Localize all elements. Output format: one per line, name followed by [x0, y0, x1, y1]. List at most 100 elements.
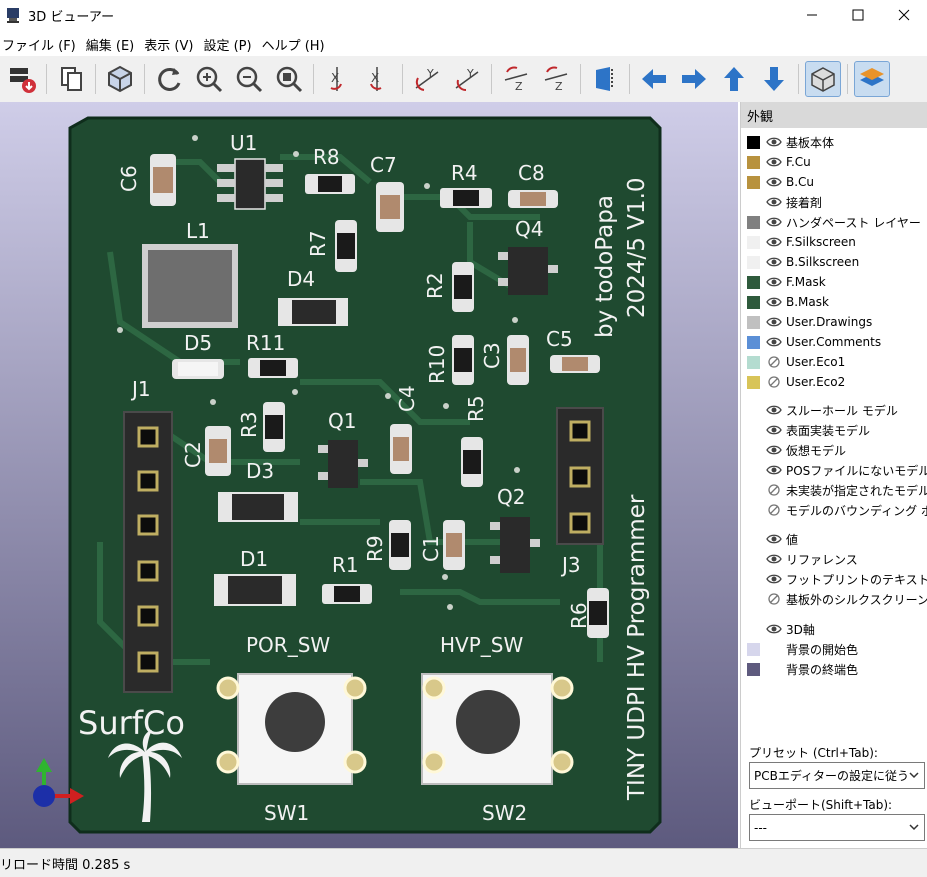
preset-label: プリセット (Ctrl+Tab): — [749, 746, 878, 760]
rotate-z-cw-button[interactable]: Z — [498, 61, 534, 97]
color-swatch[interactable] — [747, 215, 760, 229]
color-swatch[interactable] — [747, 255, 760, 269]
reload-button[interactable] — [151, 61, 187, 97]
maximize-icon — [852, 9, 864, 21]
menu-view[interactable]: 表示 (V) — [144, 35, 201, 54]
text-visibility-row[interactable]: 基板外のシルクスクリーン — [747, 589, 927, 609]
model-visibility-row[interactable]: スルーホール モデル — [747, 400, 898, 420]
layer-row[interactable]: F.Cu — [747, 152, 811, 172]
viewport-dropdown[interactable]: --- — [749, 814, 925, 841]
zoom-in-icon — [196, 66, 223, 93]
minimize-button[interactable] — [789, 0, 835, 30]
model-visibility-row[interactable]: 仮想モデル — [747, 440, 846, 460]
layer-row[interactable]: B.Mask — [747, 292, 829, 312]
model-visibility-row[interactable]: 表面実装モデル — [747, 420, 870, 440]
zoom-fit-button[interactable] — [271, 61, 307, 97]
model-visibility-row[interactable]: POSファイルにないモデル — [747, 460, 927, 480]
layer-row[interactable]: 基板本体 — [747, 132, 834, 152]
layer-label: ハンダペースト レイヤー — [786, 215, 921, 230]
color-swatch[interactable] — [747, 642, 760, 656]
rotate-z-ccw-icon: Z — [544, 66, 568, 93]
color-swatch[interactable] — [747, 355, 760, 369]
eye-icon — [766, 624, 782, 634]
text-visibility-row[interactable]: フットプリントのテキスト — [747, 569, 927, 589]
rotate-y-cw-button[interactable]: Y — [409, 61, 445, 97]
board-credit-text: by todoPapa — [592, 195, 618, 338]
menu-preferences[interactable]: 設定 (P) — [203, 35, 259, 54]
3d-viewport[interactable]: C6 U1 R8 C7 R4 C8 L1 R7 Q4 D4 R2 D5 R11 … — [0, 102, 738, 848]
export-button[interactable] — [4, 61, 40, 97]
color-swatch[interactable] — [747, 155, 760, 169]
header-pin — [137, 470, 159, 492]
color-swatch[interactable] — [747, 315, 760, 329]
appearance-toggle-button[interactable] — [854, 61, 890, 97]
layer-row[interactable]: User.Comments — [747, 332, 881, 352]
color-swatch[interactable] — [747, 196, 760, 209]
color-swatch[interactable] — [747, 135, 760, 149]
layer-label: B.Cu — [786, 175, 815, 189]
layer-row[interactable]: B.Silkscreen — [747, 252, 859, 272]
flip-board-button[interactable] — [587, 61, 623, 97]
menu-edit[interactable]: 編集 (E) — [86, 35, 143, 54]
layer-row[interactable]: User.Drawings — [747, 312, 872, 332]
raytrace-button[interactable] — [102, 61, 138, 97]
layer-label: 基板本体 — [786, 135, 835, 150]
background-color-row[interactable]: 背景の終端色 — [747, 659, 858, 679]
ref-q1: Q1 — [328, 409, 356, 433]
export-icon — [10, 68, 36, 93]
axis-visibility-row[interactable]: 3D軸 — [747, 619, 815, 639]
preset-dropdown[interactable]: PCBエディターの設定に従う — [749, 762, 925, 789]
eye-off-icon — [768, 356, 780, 368]
color-swatch[interactable] — [747, 235, 760, 249]
move-left-button[interactable] — [636, 61, 672, 97]
rotate-x-cw-button[interactable]: X — [320, 61, 356, 97]
layer-row[interactable]: User.Eco2 — [747, 372, 845, 392]
copy-button[interactable] — [53, 61, 89, 97]
color-swatch[interactable] — [747, 295, 760, 309]
viewport-label: ビューポート(Shift+Tab): — [749, 798, 893, 812]
menu-help[interactable]: ヘルプ (H) — [262, 35, 333, 54]
window-title: 3D ビューアー — [28, 9, 115, 25]
close-button[interactable] — [881, 0, 927, 30]
layer-row[interactable]: F.Mask — [747, 272, 826, 292]
text-visibility-row[interactable]: リファレンス — [747, 549, 858, 569]
maximize-button[interactable] — [835, 0, 881, 30]
ref-r3: R3 — [237, 411, 261, 438]
header-pin — [137, 651, 159, 673]
toolbar-separator — [580, 64, 581, 94]
layer-row[interactable]: ハンダペースト レイヤー — [747, 212, 921, 232]
model-visibility-row[interactable]: 未実装が指定されたモデル — [747, 480, 927, 500]
text-visibility-row[interactable]: 値 — [747, 529, 798, 549]
header-pin — [137, 605, 159, 627]
color-swatch[interactable] — [747, 275, 760, 289]
eye-icon — [766, 197, 782, 207]
move-down-button[interactable] — [756, 61, 792, 97]
layer-row[interactable]: 接着剤 — [747, 192, 822, 212]
toolbar-separator — [847, 64, 848, 94]
rotate-x-ccw-button[interactable]: X — [360, 61, 396, 97]
rotate-z-cw-icon: Z — [504, 66, 528, 93]
appearance-panel: 外観 基板本体 F.Cu B.Cu 接着剤 ハンダペースト レイヤー F.Silkscre… — [740, 102, 927, 848]
model-visibility-row[interactable]: モデルのバウンディング ボックス — [747, 500, 927, 520]
layer-row[interactable]: User.Eco1 — [747, 352, 845, 372]
eye-icon — [766, 465, 782, 475]
rotate-z-ccw-button[interactable]: Z — [538, 61, 574, 97]
zoom-out-button[interactable] — [231, 61, 267, 97]
move-right-button[interactable] — [676, 61, 712, 97]
ortho-toggle-button[interactable] — [805, 61, 841, 97]
color-swatch[interactable] — [747, 662, 760, 676]
ref-r11: R11 — [246, 331, 285, 355]
color-swatch[interactable] — [747, 175, 760, 189]
color-swatch[interactable] — [747, 375, 760, 389]
ref-q2: Q2 — [497, 485, 525, 509]
background-color-row[interactable]: 背景の開始色 — [747, 639, 858, 659]
layer-row[interactable]: F.Silkscreen — [747, 232, 856, 252]
color-swatch[interactable] — [747, 335, 760, 349]
menu-file[interactable]: ファイル (F) — [2, 35, 84, 54]
layer-label: POSファイルにないモデル — [786, 463, 927, 478]
ref-r2: R2 — [423, 272, 447, 299]
layer-row[interactable]: B.Cu — [747, 172, 814, 192]
rotate-y-ccw-button[interactable]: Y — [449, 61, 485, 97]
zoom-in-button[interactable] — [191, 61, 227, 97]
move-up-button[interactable] — [716, 61, 752, 97]
